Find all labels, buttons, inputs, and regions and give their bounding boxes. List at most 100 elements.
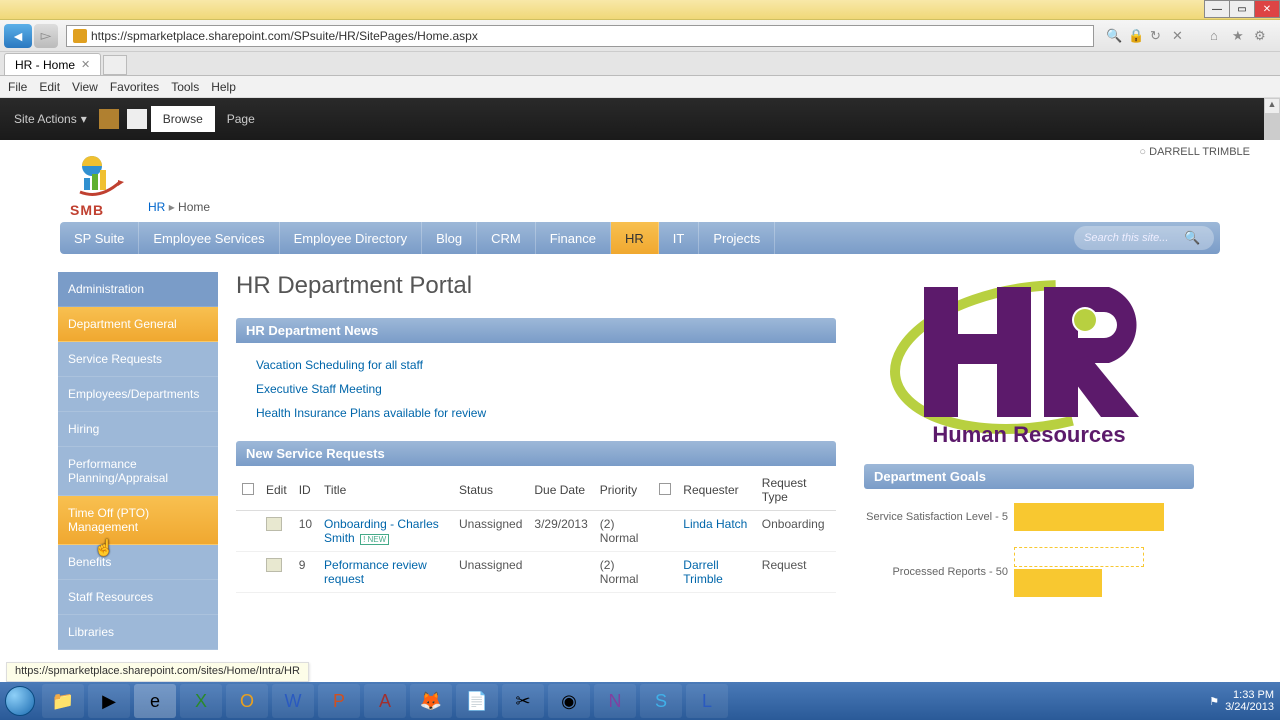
window-close-button[interactable]: ✕ bbox=[1254, 0, 1280, 18]
news-link[interactable]: Health Insurance Plans available for rev… bbox=[256, 401, 816, 425]
topnav-blog[interactable]: Blog bbox=[422, 222, 477, 254]
refresh-icon[interactable]: ↻ bbox=[1150, 28, 1166, 44]
leftnav-libraries[interactable]: Libraries bbox=[58, 615, 218, 650]
news-link[interactable]: Vacation Scheduling for all staff bbox=[256, 353, 816, 377]
site-logo-text: SMB bbox=[70, 202, 130, 218]
taskbar-onenote-icon[interactable]: N bbox=[594, 684, 636, 718]
leftnav-employees-departments[interactable]: Employees/Departments bbox=[58, 377, 218, 412]
edit-item-icon[interactable] bbox=[266, 558, 282, 572]
hr-brand-text: Human Resources bbox=[932, 422, 1125, 447]
taskbar-lync-icon[interactable]: L bbox=[686, 684, 728, 718]
taskbar-snip-icon[interactable]: ✂ bbox=[502, 684, 544, 718]
requests-table: Edit ID Title Status Due Date Priority R… bbox=[236, 470, 836, 593]
menu-favorites[interactable]: Favorites bbox=[110, 80, 159, 94]
site-search[interactable]: 🔍 bbox=[1074, 226, 1214, 250]
col-title: Title bbox=[318, 470, 453, 511]
topnav-employee-services[interactable]: Employee Services bbox=[139, 222, 279, 254]
tray-clock[interactable]: 1:33 PM 3/24/2013 bbox=[1225, 689, 1274, 713]
menu-tools[interactable]: Tools bbox=[171, 80, 199, 94]
table-row[interactable]: 10 Onboarding - Charles Smith ! NEW Unas… bbox=[236, 511, 836, 552]
taskbar-excel-icon[interactable]: X bbox=[180, 684, 222, 718]
edit-item-icon[interactable] bbox=[266, 517, 282, 531]
taskbar-word-icon[interactable]: W bbox=[272, 684, 314, 718]
window-minimize-button[interactable]: — bbox=[1204, 0, 1230, 18]
col-requester: Requester bbox=[677, 470, 756, 511]
row-requester-link[interactable]: Darrell Trimble bbox=[683, 558, 723, 586]
new-badge: ! NEW bbox=[360, 534, 389, 545]
menu-help[interactable]: Help bbox=[211, 80, 236, 94]
leftnav-administration[interactable]: Administration bbox=[58, 272, 218, 307]
browser-forward-button[interactable]: ▻ bbox=[34, 24, 58, 48]
taskbar-firefox-icon[interactable]: 🦊 bbox=[410, 684, 452, 718]
leftnav-benefits[interactable]: Benefits bbox=[58, 545, 218, 580]
start-button[interactable] bbox=[0, 682, 40, 720]
select-all-checkbox[interactable] bbox=[242, 483, 254, 495]
window-maximize-button[interactable]: ▭ bbox=[1229, 0, 1255, 18]
browser-tab-active[interactable]: HR - Home ✕ bbox=[4, 53, 101, 75]
favorites-icon[interactable]: ★ bbox=[1232, 28, 1248, 44]
current-user-label[interactable]: DARRELL TRIMBLE bbox=[1139, 146, 1250, 158]
topnav-it[interactable]: IT bbox=[659, 222, 700, 254]
topnav-finance[interactable]: Finance bbox=[536, 222, 611, 254]
leftnav-performance[interactable]: Performance Planning/Appraisal bbox=[58, 447, 218, 496]
sharepoint-ribbon: Site Actions▾ Browse Page ▲ bbox=[0, 98, 1280, 140]
site-search-input[interactable] bbox=[1084, 232, 1184, 244]
ribbon-tab-browse[interactable]: Browse bbox=[151, 106, 215, 132]
topnav-employee-directory[interactable]: Employee Directory bbox=[280, 222, 422, 254]
page-scrollbar[interactable]: ▲ bbox=[1264, 98, 1280, 140]
home-icon[interactable]: ⌂ bbox=[1210, 28, 1226, 44]
search-icon[interactable]: 🔍 bbox=[1106, 28, 1122, 44]
tray-flag-icon[interactable]: ⚑ bbox=[1209, 695, 1219, 708]
menu-view[interactable]: View bbox=[72, 80, 98, 94]
site-actions-button[interactable]: Site Actions▾ bbox=[6, 108, 95, 130]
browser-status-bar: https://spmarketplace.sharepoint.com/sit… bbox=[6, 662, 309, 682]
leftnav-staff-resources[interactable]: Staff Resources bbox=[58, 580, 218, 615]
taskbar-explorer-icon[interactable]: 📁 bbox=[42, 684, 84, 718]
browser-nav-bar: ◄ ▻ https://spmarketplace.sharepoint.com… bbox=[0, 20, 1280, 52]
menu-file[interactable]: File bbox=[8, 80, 27, 94]
ribbon-edit-icon[interactable] bbox=[127, 109, 147, 129]
menu-edit[interactable]: Edit bbox=[39, 80, 60, 94]
ribbon-tab-page[interactable]: Page bbox=[215, 106, 267, 132]
leftnav-service-requests[interactable]: Service Requests bbox=[58, 342, 218, 377]
topnav-sp-suite[interactable]: SP Suite bbox=[60, 222, 139, 254]
tab-close-icon[interactable]: ✕ bbox=[81, 58, 90, 71]
table-row[interactable]: 9 Peformance review request Unassigned (… bbox=[236, 552, 836, 593]
topnav-crm[interactable]: CRM bbox=[477, 222, 536, 254]
stop-icon[interactable]: ✕ bbox=[1172, 28, 1188, 44]
taskbar-media-icon[interactable]: ▶ bbox=[88, 684, 130, 718]
search-icon[interactable]: 🔍 bbox=[1184, 230, 1200, 246]
goal-bar-target bbox=[1014, 547, 1144, 567]
taskbar-notepad-icon[interactable]: 📄 bbox=[456, 684, 498, 718]
topnav-projects[interactable]: Projects bbox=[699, 222, 775, 254]
leftnav-hiring[interactable]: Hiring bbox=[58, 412, 218, 447]
topnav-hr[interactable]: HR bbox=[611, 222, 659, 254]
taskbar-outlook-icon[interactable]: O bbox=[226, 684, 268, 718]
col-status: Status bbox=[453, 470, 528, 511]
col-type: Request Type bbox=[756, 470, 836, 511]
window-titlebar: — ▭ ✕ bbox=[0, 0, 1280, 20]
taskbar-powerpoint-icon[interactable]: P bbox=[318, 684, 360, 718]
taskbar-chrome-icon[interactable]: ◉ bbox=[548, 684, 590, 718]
col-due: Due Date bbox=[528, 470, 593, 511]
browser-address-bar[interactable]: https://spmarketplace.sharepoint.com/SPs… bbox=[66, 25, 1094, 47]
leftnav-department-general[interactable]: Department General bbox=[58, 307, 218, 342]
row-requester-link[interactable]: Linda Hatch bbox=[683, 517, 747, 531]
taskbar-access-icon[interactable]: A bbox=[364, 684, 406, 718]
taskbar-skype-icon[interactable]: S bbox=[640, 684, 682, 718]
breadcrumb-root[interactable]: HR bbox=[148, 200, 165, 214]
site-logo-icon[interactable] bbox=[70, 152, 130, 202]
news-link[interactable]: Executive Staff Meeting bbox=[256, 377, 816, 401]
breadcrumb: HR ▸ Home bbox=[148, 200, 210, 218]
col-requester-checkbox[interactable] bbox=[659, 483, 671, 495]
ribbon-navigate-up-icon[interactable] bbox=[99, 109, 119, 129]
browser-new-tab-button[interactable] bbox=[103, 55, 127, 75]
top-navigation: SP Suite Employee Services Employee Dire… bbox=[60, 222, 1220, 254]
tools-icon[interactable]: ⚙ bbox=[1254, 28, 1270, 44]
taskbar-ie-icon[interactable]: e bbox=[134, 684, 176, 718]
browser-tabstrip: HR - Home ✕ bbox=[0, 52, 1280, 76]
browser-back-button[interactable]: ◄ bbox=[4, 24, 32, 48]
row-title-link[interactable]: Peformance review request bbox=[324, 558, 427, 586]
news-header: HR Department News bbox=[236, 318, 836, 343]
leftnav-time-off[interactable]: Time Off (PTO) Management bbox=[58, 496, 218, 545]
